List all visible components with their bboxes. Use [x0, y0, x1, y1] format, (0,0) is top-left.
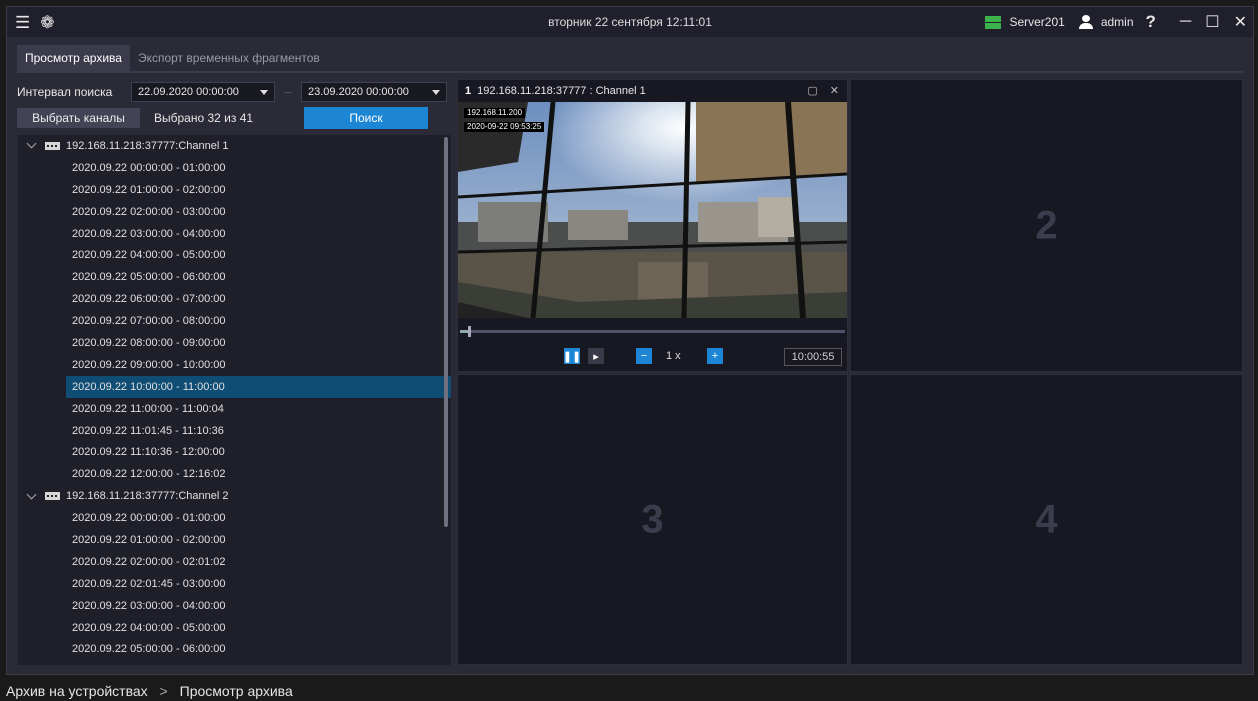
chevron-down-icon [432, 89, 440, 95]
playback-time: 10:00:55 [784, 348, 842, 366]
date-from-select[interactable]: 22.09.2020 00:00:00 [131, 82, 275, 102]
breadcrumb: Архив на устройствах > Просмотр архива [6, 683, 293, 699]
tree-record[interactable]: 2020.09.22 08:00:00 - 09:00:00 [18, 332, 451, 354]
close-icon[interactable]: ✕ [1234, 12, 1247, 32]
tree-record[interactable]: 2020.09.22 04:00:00 - 05:00:00 [18, 244, 451, 266]
fullscreen-icon[interactable]: ▢ [807, 84, 817, 97]
range-dash [284, 91, 292, 93]
camera-icon [45, 492, 60, 501]
breadcrumb-root[interactable]: Архив на устройствах [6, 683, 148, 699]
video-cell-4[interactable]: 4 [850, 374, 1243, 665]
user-name[interactable]: admin [1101, 15, 1134, 29]
search-button[interactable]: Поиск [304, 107, 428, 129]
player-number: 1 [465, 85, 472, 97]
tree-record[interactable]: 2020.09.22 02:00:00 - 03:00:00 [18, 201, 451, 223]
video-cell-3[interactable]: 3 [457, 374, 848, 665]
player-title: 192.168.11.218:37777 : Channel 1 [477, 85, 646, 97]
menu-icon[interactable]: ☰ [15, 14, 30, 31]
channel-select-row: Выбрать каналы Выбрано 32 из 41 Поиск [17, 107, 428, 129]
speed-increase-button[interactable]: + [707, 348, 723, 364]
tree-record[interactable]: 2020.09.22 04:00:00 - 05:00:00 [18, 617, 451, 639]
camera-image [458, 102, 847, 318]
chevron-down-icon[interactable] [26, 138, 37, 149]
tree-channel[interactable]: 192.168.11.218:37777:Channel 1 [18, 135, 451, 157]
close-player-icon[interactable]: ✕ [830, 84, 839, 97]
playback-progress[interactable] [460, 326, 845, 337]
pause-button[interactable]: ❚❚ [563, 348, 581, 364]
osd-ip: 192.168.11.200 [464, 108, 526, 118]
gear-icon[interactable]: ❁ [40, 14, 54, 31]
cell-number: 3 [641, 497, 664, 541]
tree-record[interactable]: 2020.09.22 00:00:00 - 01:00:00 [18, 507, 451, 529]
breadcrumb-separator: > [159, 683, 168, 699]
date-to-value: 23.09.2020 00:00:00 [308, 86, 409, 98]
tree-record[interactable]: 2020.09.22 11:01:45 - 11:10:36 [18, 420, 451, 442]
tree-record[interactable]: 2020.09.22 11:00:00 - 11:00:04 [18, 398, 451, 420]
selected-count: Выбрано 32 из 41 [154, 111, 254, 125]
tree-record[interactable]: 2020.09.22 03:00:00 - 04:00:00 [18, 223, 451, 245]
tree-record[interactable]: 2020.09.22 02:01:45 - 03:00:00 [18, 573, 451, 595]
tree-record[interactable]: 2020.09.22 03:00:00 - 04:00:00 [18, 595, 451, 617]
user-icon [1078, 15, 1093, 29]
tree-record[interactable]: 2020.09.22 07:00:00 - 08:00:00 [18, 310, 451, 332]
osd-time: 2020-09-22 09:53:25 [464, 122, 545, 132]
tree-record[interactable]: 2020.09.22 01:00:00 - 02:00:00 [18, 179, 451, 201]
tree-record[interactable]: 2020.09.22 01:00:00 - 02:00:00 [18, 529, 451, 551]
maximize-icon[interactable]: ☐ [1205, 12, 1219, 32]
progress-handle[interactable] [467, 326, 471, 337]
tree-record[interactable]: 2020.09.22 06:00:00 - 07:00:00 [18, 288, 451, 310]
tree-record[interactable]: 2020.09.22 10:00:00 - 11:00:00 [66, 375, 451, 398]
tree-record[interactable]: 2020.09.22 11:10:36 - 12:00:00 [18, 441, 451, 463]
tab-bar: Просмотр архива Экспорт временных фрагме… [17, 45, 328, 71]
cell-number: 4 [1035, 497, 1058, 541]
chevron-down-icon [260, 89, 268, 95]
tree-record[interactable]: 2020.09.22 12:00:00 - 12:16:02 [18, 463, 451, 485]
server-icon [985, 15, 1002, 29]
app-window: ☰ ❁ вторник 22 сентября 12:11:01 Server2… [6, 6, 1254, 675]
tab-divider [17, 71, 1243, 73]
channel-name: 192.168.11.218:37777:Channel 2 [66, 490, 229, 503]
cell-number: 2 [1035, 203, 1058, 247]
tab-archive-view[interactable]: Просмотр архива [17, 45, 130, 71]
date-from-value: 22.09.2020 00:00:00 [138, 86, 239, 98]
player-header: 1 192.168.11.218:37777 : Channel 1 [458, 80, 847, 102]
speed-value: 1 x [666, 350, 681, 362]
play-button[interactable]: ▸ [588, 348, 604, 364]
video-cell-2[interactable]: 2 [850, 79, 1243, 372]
breadcrumb-current: Просмотр архива [179, 683, 293, 699]
select-channels-button[interactable]: Выбрать каналы [17, 108, 140, 128]
server-name[interactable]: Server201 [1009, 15, 1064, 29]
tree-scrollbar[interactable] [444, 137, 448, 527]
title-bar: ☰ ❁ вторник 22 сентября 12:11:01 Server2… [7, 7, 1253, 37]
channel-name: 192.168.11.218:37777:Channel 1 [66, 139, 229, 152]
minimize-icon[interactable]: ─ [1180, 13, 1191, 31]
tree-record[interactable]: 2020.09.22 00:00:00 - 01:00:00 [18, 157, 451, 179]
chevron-down-icon[interactable] [26, 489, 37, 500]
camera-icon [45, 141, 60, 150]
tree-record[interactable]: 2020.09.22 09:00:00 - 10:00:00 [18, 354, 451, 376]
search-interval-row: Интервал поиска 22.09.2020 00:00:00 23.0… [17, 82, 447, 102]
tree-record[interactable]: 2020.09.22 05:00:00 - 06:00:00 [18, 638, 451, 660]
help-icon[interactable]: ? [1146, 12, 1156, 32]
date-to-select[interactable]: 23.09.2020 00:00:00 [301, 82, 447, 102]
tree-record[interactable]: 2020.09.22 05:00:00 - 06:00:00 [18, 266, 451, 288]
video-frame: 192.168.11.200 2020-09-22 09:53:25 [458, 102, 847, 318]
archive-tree: 192.168.11.218:37777:Channel 1 2020.09.22… [18, 135, 451, 665]
tab-export-fragments[interactable]: Экспорт временных фрагментов [130, 45, 328, 71]
video-cell-1: 1 192.168.11.218:37777 : Channel 1 ▢ ✕ 1… [457, 79, 848, 372]
tree-record[interactable]: 2020.09.22 02:00:00 - 02:01:02 [18, 551, 451, 573]
speed-decrease-button[interactable]: − [636, 348, 652, 364]
tree-channel[interactable]: 192.168.11.218:37777:Channel 2 [18, 485, 451, 507]
interval-label: Интервал поиска [17, 85, 113, 99]
